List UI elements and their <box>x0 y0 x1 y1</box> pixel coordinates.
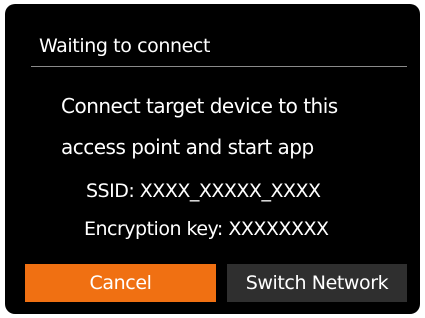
cancel-button[interactable]: Cancel <box>25 264 216 302</box>
encryption-key-text: Encryption key: XXXXXXXX <box>84 218 329 240</box>
title-divider <box>31 66 407 67</box>
instruction-line-1: Connect target device to this <box>61 94 338 118</box>
ssid-text: SSID: XXXX_XXXXX_XXXX <box>86 180 321 202</box>
instruction-line-2: access point and start app <box>61 135 314 159</box>
camera-wifi-screen: Waiting to connect Connect target device… <box>5 4 420 314</box>
switch-network-button[interactable]: Switch Network <box>227 264 407 302</box>
screen-title: Waiting to connect <box>39 35 211 57</box>
